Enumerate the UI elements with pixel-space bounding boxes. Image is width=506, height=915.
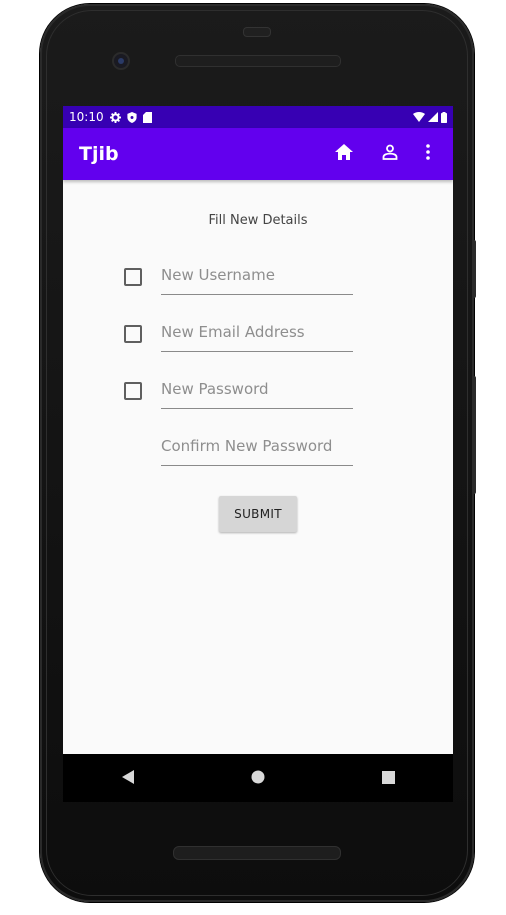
app-title: Tjib [79,143,119,165]
submit-button[interactable]: SUBMIT [219,496,297,532]
back-button[interactable] [98,758,158,798]
home-button[interactable] [321,134,367,174]
recents-button[interactable] [358,758,418,798]
username-checkbox[interactable] [124,268,142,286]
email-field[interactable] [161,317,353,352]
proximity-sensor [243,27,271,37]
email-checkbox[interactable] [124,325,142,343]
power-button [472,240,476,298]
status-bar: 10:10 [63,106,453,128]
form-title: Fill New Details [208,213,308,228]
earpiece-speaker [175,55,341,67]
overflow-menu-button[interactable] [413,134,443,174]
wifi-icon [413,112,425,122]
home-icon [335,144,353,164]
person-icon [382,144,398,164]
cell-signal-icon [428,112,438,122]
gear-icon [109,111,121,123]
overflow-menu-icon [426,144,430,164]
home-circle-icon [251,769,265,788]
back-icon [122,769,134,788]
password-field[interactable] [161,374,353,409]
battery-icon [441,111,447,123]
recents-icon [381,769,395,788]
shield-icon [127,111,137,123]
email-row [123,317,363,352]
navigation-bar [63,754,453,802]
password-checkbox[interactable] [124,382,142,400]
profile-button[interactable] [367,134,413,174]
device-screen: 10:10 Tjib Fill New Details New Username… [63,106,453,754]
volume-button [472,376,476,494]
app-bar: Tjib [63,128,453,180]
form-container: Fill New Details SUBMIT [63,180,453,754]
confirm-password-row [123,431,363,466]
front-camera [112,52,130,70]
status-time: 10:10 [69,110,104,124]
password-row [123,374,363,409]
sd-card-icon [142,111,152,123]
confirm-password-field[interactable] [161,431,353,466]
bottom-speaker [173,846,341,860]
home-nav-button[interactable] [228,758,288,798]
username-row [123,260,363,295]
username-field[interactable] [161,260,353,295]
